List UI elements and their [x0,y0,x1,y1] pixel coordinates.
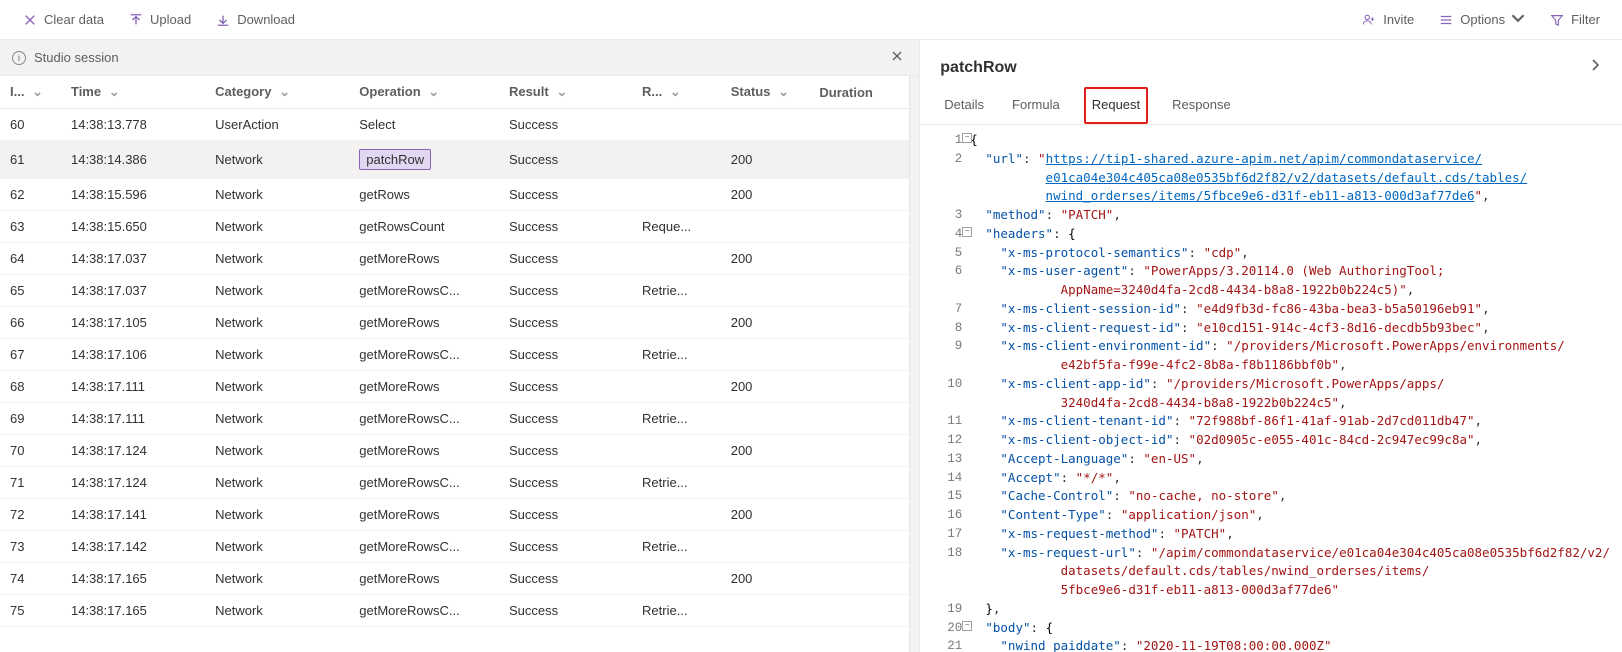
events-table: I... ⌄ Time ⌄ Category ⌄ Operation ⌄ Res… [0,76,909,627]
fold-toggle[interactable]: − [962,227,972,237]
table-row[interactable]: 6414:38:17.037NetworkgetMoreRowsSuccess2… [0,243,909,275]
list-icon [1438,12,1454,28]
options-label: Options [1460,12,1505,27]
table-row[interactable]: 7114:38:17.124NetworkgetMoreRowsC...Succ… [0,467,909,499]
table-row[interactable]: 6714:38:17.106NetworkgetMoreRowsC...Succ… [0,339,909,371]
chevron-down-icon: ⌄ [109,84,120,99]
table-row[interactable]: 6014:38:13.778UserActionSelectSuccess [0,109,909,141]
table-row[interactable]: 6314:38:15.650NetworkgetRowsCountSuccess… [0,211,909,243]
tab-request[interactable]: Request [1084,87,1148,124]
chevron-down-icon: ⌄ [428,84,439,99]
filter-label: Filter [1571,12,1600,27]
person-add-icon [1361,12,1377,28]
tab-details[interactable]: Details [940,87,988,124]
table-row[interactable]: 6814:38:17.111NetworkgetMoreRowsSuccess2… [0,371,909,403]
chevron-down-icon: ⌄ [556,84,567,99]
download-label: Download [237,12,295,27]
toolbar: Clear data Upload Download Invite Option… [0,0,1622,40]
chevron-down-icon [1511,11,1525,28]
upload-button[interactable]: Upload [118,6,201,34]
col-status[interactable]: Status ⌄ [721,76,810,109]
close-icon [22,12,38,28]
col-operation[interactable]: Operation ⌄ [349,76,499,109]
col-duration[interactable]: Duration [809,76,909,109]
session-label: Studio session [34,50,119,65]
chevron-down-icon: ⌄ [279,84,290,99]
chevron-down-icon: ⌄ [670,84,681,99]
col-category[interactable]: Category ⌄ [205,76,349,109]
sessions-panel: i Studio session I... ⌄ Time ⌄ Category … [0,40,920,652]
chevron-down-icon: ⌄ [778,84,789,99]
table-row[interactable]: 6614:38:17.105NetworkgetMoreRowsSuccess2… [0,307,909,339]
col-r[interactable]: R... ⌄ [632,76,721,109]
chevron-down-icon: ⌄ [32,84,43,99]
detail-title: patchRow [940,59,1016,77]
table-row[interactable]: 7314:38:17.142NetworkgetMoreRowsC...Succ… [0,531,909,563]
table-row[interactable]: 6914:38:17.111NetworkgetMoreRowsC...Succ… [0,403,909,435]
table-row[interactable]: 6214:38:15.596NetworkgetRowsSuccess200 [0,179,909,211]
close-session-button[interactable] [887,46,907,69]
info-icon: i [12,51,26,65]
table-row[interactable]: 6514:38:17.037NetworkgetMoreRowsC...Succ… [0,275,909,307]
table-row[interactable]: 7414:38:17.165NetworkgetMoreRowsSuccess2… [0,563,909,595]
clear-data-button[interactable]: Clear data [12,6,114,34]
upload-label: Upload [150,12,191,27]
col-result[interactable]: Result ⌄ [499,76,632,109]
table-row[interactable]: 7214:38:17.141NetworkgetMoreRowsSuccess2… [0,499,909,531]
upload-icon [128,12,144,28]
col-time[interactable]: Time ⌄ [61,76,205,109]
detail-panel: patchRow Details Formula Request Respons… [920,40,1622,652]
table-row[interactable]: 7514:38:17.165NetworkgetMoreRowsC...Succ… [0,595,909,627]
table-row[interactable]: 7014:38:17.124NetworkgetMoreRowsSuccess2… [0,435,909,467]
fold-toggle[interactable]: − [962,133,972,143]
invite-button[interactable]: Invite [1351,6,1424,34]
filter-button[interactable]: Filter [1539,6,1610,34]
invite-label: Invite [1383,12,1414,27]
table-row[interactable]: 6114:38:14.386NetworkpatchRowSuccess200 [0,141,909,179]
fold-toggle[interactable]: − [962,621,972,631]
operation-chip: patchRow [359,149,431,170]
options-button[interactable]: Options [1428,5,1535,34]
detail-tabs: Details Formula Request Response [920,87,1622,125]
col-id[interactable]: I... ⌄ [0,76,61,109]
expand-button[interactable] [1588,58,1602,77]
download-icon [215,12,231,28]
tab-response[interactable]: Response [1168,87,1235,124]
scrollbar[interactable] [909,76,919,652]
request-json-viewer[interactable]: 1−234−567891011121314151617181920−212223… [920,125,1622,652]
download-button[interactable]: Download [205,6,305,34]
session-bar: i Studio session [0,40,919,76]
filter-icon [1549,12,1565,28]
tab-formula[interactable]: Formula [1008,87,1064,124]
table-header-row: I... ⌄ Time ⌄ Category ⌄ Operation ⌄ Res… [0,76,909,109]
clear-data-label: Clear data [44,12,104,27]
